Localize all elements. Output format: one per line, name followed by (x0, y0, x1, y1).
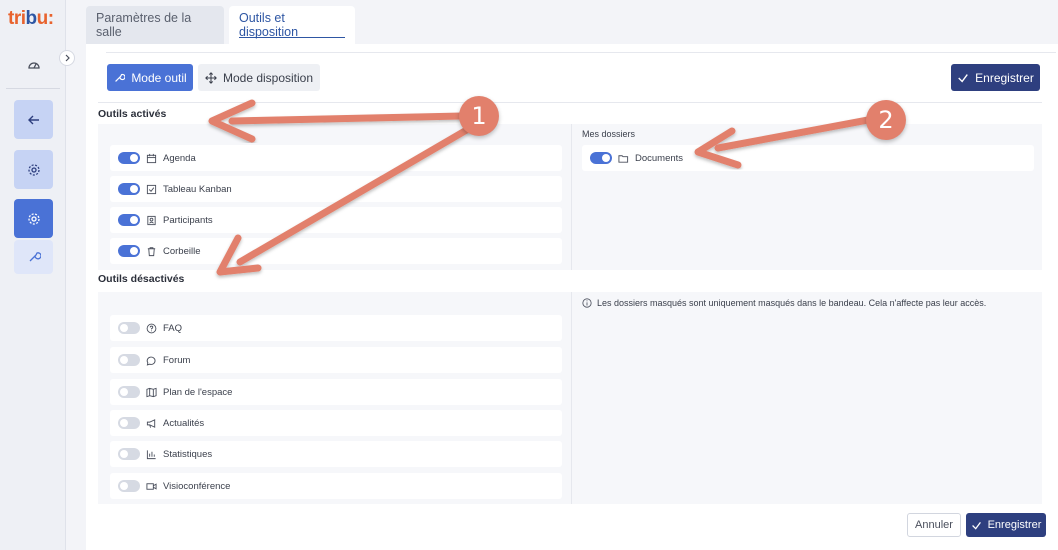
back-button[interactable] (14, 100, 53, 139)
megaphone-icon (146, 418, 156, 428)
tool-label: Statistiques (163, 448, 213, 460)
logo-part-tri: tri (8, 8, 26, 29)
question-icon (146, 323, 157, 333)
wrench-icon (115, 73, 126, 82)
sidebar-collapse-button[interactable] (59, 50, 75, 66)
tool-row-corbeille[interactable]: Corbeille (110, 238, 562, 264)
sidebar-divider (6, 88, 60, 89)
gear-icon (27, 212, 40, 225)
tab-bar: Paramètres de la salle Outils et disposi… (86, 0, 1058, 44)
save-button-top[interactable]: Enregistrer (951, 64, 1040, 91)
annotation-badge-1: 1 (459, 96, 499, 136)
tool-label: FAQ (163, 322, 183, 334)
tool-label: Plan de l'espace (163, 386, 233, 398)
checkbox-icon (146, 184, 157, 194)
button-label: Mode outil (131, 70, 187, 85)
active-tools-title: Outils activés (98, 108, 167, 120)
move-icon (205, 71, 217, 84)
main-content: Paramètres de la salle Outils et disposi… (86, 0, 1058, 550)
tool-label: Corbeille (163, 245, 201, 257)
gear-icon (27, 163, 40, 176)
trash-icon (147, 246, 156, 256)
check-icon (971, 521, 981, 530)
button-label: Mode disposition (222, 70, 314, 85)
bar-chart-icon (146, 449, 156, 459)
toggle-switch[interactable] (118, 480, 140, 492)
toggle-switch[interactable] (118, 245, 140, 257)
toggle-switch[interactable] (118, 417, 140, 429)
tool-label: Agenda (163, 152, 196, 164)
tab-label: Outils et disposition (239, 11, 299, 39)
toggle-switch[interactable] (590, 152, 612, 164)
folder-icon (618, 154, 629, 163)
check-icon (958, 73, 968, 82)
chat-icon (146, 356, 156, 366)
sidebar-room-settings-button[interactable] (14, 199, 53, 238)
logo-part-suffix: : (47, 8, 54, 29)
folders-info: Les dossiers masqués sont uniquement mas… (582, 298, 986, 308)
toggle-switch[interactable] (118, 322, 140, 334)
annotation-badge-2: 2 (866, 100, 906, 140)
sidebar-settings-button[interactable] (14, 150, 53, 189)
chevron-right-icon (65, 54, 70, 62)
my-folders-title: Mes dossiers (582, 129, 636, 139)
tool-label: Tableau Kanban (163, 183, 232, 195)
toggle-switch[interactable] (118, 448, 140, 460)
active-tab-underline (239, 37, 345, 38)
logo-part-b: b (25, 8, 38, 29)
tool-row-plan[interactable]: Plan de l'espace (110, 379, 562, 405)
wrench-icon (29, 252, 41, 262)
tool-row-participants[interactable]: Participants (110, 207, 562, 233)
sidebar: tribu: (0, 0, 75, 550)
tool-row-kanban[interactable]: Tableau Kanban (110, 176, 562, 202)
tool-row-actualites[interactable]: Actualités (110, 410, 562, 436)
logo: tribu: (8, 8, 54, 30)
folder-row-documents[interactable]: Documents (582, 145, 1034, 171)
tool-label: Visioconférence (163, 480, 231, 492)
divider (98, 102, 1042, 103)
tool-row-faq[interactable]: FAQ (110, 315, 562, 341)
tool-label: Forum (163, 354, 191, 366)
button-label: Annuler (915, 519, 953, 531)
toggle-switch[interactable] (118, 354, 140, 366)
tool-label: Participants (163, 214, 213, 226)
toggle-switch[interactable] (118, 214, 140, 226)
tab-label: Paramètres de la salle (96, 11, 192, 39)
folder-label: Documents (635, 152, 684, 164)
panel-divider (571, 292, 572, 504)
info-icon (582, 298, 592, 308)
mode-disposition-button[interactable]: Mode disposition (198, 64, 320, 91)
button-label: Enregistrer (975, 70, 1034, 85)
toggle-switch[interactable] (118, 152, 140, 164)
save-button-bottom[interactable]: Enregistrer (966, 513, 1046, 537)
sidebar-tools-button[interactable] (14, 240, 53, 274)
tab-room-settings[interactable]: Paramètres de la salle (86, 6, 224, 44)
tool-row-visioconference[interactable]: Visioconférence (110, 473, 562, 499)
logo-part-u: u (36, 8, 49, 29)
video-icon (146, 482, 157, 490)
toggle-switch[interactable] (118, 183, 140, 195)
panel-divider (571, 124, 572, 270)
mode-outil-button[interactable]: Mode outil (107, 64, 193, 91)
button-label: Enregistrer (987, 519, 1042, 531)
tool-label: Actualités (163, 417, 205, 429)
tool-row-agenda[interactable]: Agenda (110, 145, 562, 171)
dashboard-icon[interactable] (27, 58, 41, 72)
contact-icon (147, 215, 156, 225)
tab-tools-layout[interactable]: Outils et disposition (229, 6, 355, 44)
calendar-icon (146, 153, 157, 163)
map-icon (146, 387, 157, 397)
cancel-button[interactable]: Annuler (907, 513, 961, 537)
info-text: Les dossiers masqués sont uniquement mas… (597, 298, 987, 308)
inactive-tools-title: Outils désactivés (98, 273, 185, 285)
tool-row-statistiques[interactable]: Statistiques (110, 441, 562, 467)
divider (106, 52, 1056, 53)
tool-row-forum[interactable]: Forum (110, 347, 562, 373)
back-arrow-icon (27, 115, 39, 124)
toggle-switch[interactable] (118, 386, 140, 398)
